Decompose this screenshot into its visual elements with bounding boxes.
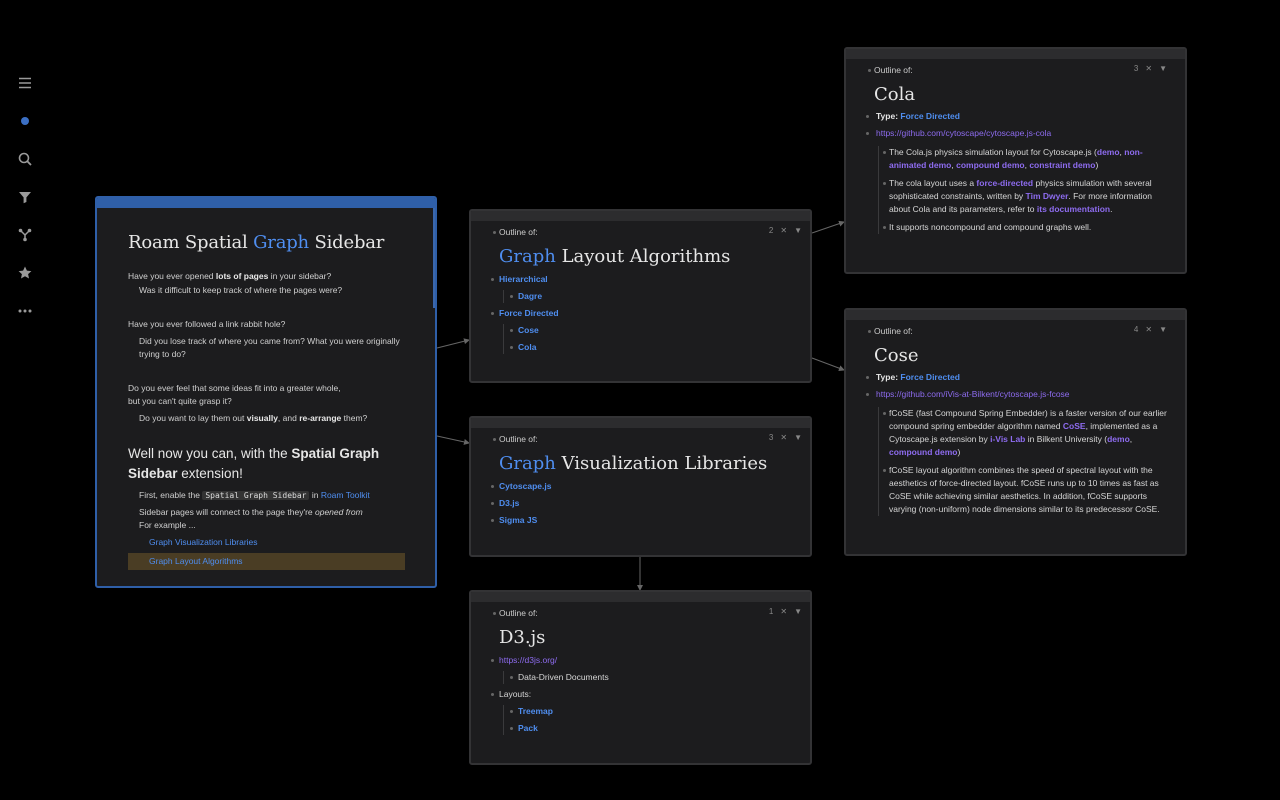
block-q3b[interactable]: but you can't quite grasp it? <box>128 395 405 408</box>
block-q1a[interactable]: Was it difficult to keep track of where … <box>128 284 405 297</box>
outline-label: Outline of: <box>499 227 538 237</box>
roam-toolkit-link[interactable]: Roam Toolkit <box>321 490 370 500</box>
paragraph-item[interactable]: It supports noncompound and compound gra… <box>883 221 1175 234</box>
outline-label: Outline of: <box>874 65 913 75</box>
main-card-scrollbar[interactable] <box>433 208 435 308</box>
card-title: D3.js <box>499 627 546 648</box>
list-item[interactable]: Cola <box>510 341 810 354</box>
close-icon[interactable]: ✕ <box>1145 325 1152 334</box>
url-item[interactable]: https://github.com/cytoscape/cytoscape.j… <box>866 127 1175 140</box>
filter-icon[interactable] <box>14 186 36 208</box>
filter-icon[interactable]: ▼ <box>794 433 802 442</box>
star-icon[interactable] <box>14 262 36 284</box>
outline-label: Outline of: <box>499 608 538 618</box>
card-index: 1 <box>768 607 774 616</box>
block-q3c[interactable]: Do you want to lay them out visually, an… <box>128 412 405 425</box>
card-index: 3 <box>1133 64 1139 73</box>
card-title: Graph Layout Algorithms <box>499 246 731 267</box>
type-item[interactable]: Type: Force Directed <box>866 110 1175 123</box>
paragraph-item[interactable]: The Cola.js physics simulation layout fo… <box>883 146 1175 172</box>
list-item[interactable]: Treemap <box>510 705 810 718</box>
edge-layout-to-cose <box>811 357 845 372</box>
outline-label: Outline of: <box>499 434 538 444</box>
card-drag-bar[interactable] <box>846 49 1185 59</box>
menu-icon[interactable] <box>14 72 36 94</box>
filter-icon[interactable]: ▼ <box>794 226 802 235</box>
url-item[interactable]: https://github.com/iVis-at-Bilkent/cytos… <box>866 388 1175 401</box>
list-item[interactable]: Sigma JS <box>491 514 810 527</box>
paragraph-item[interactable]: The cola layout uses a force-directed ph… <box>883 177 1175 216</box>
edge-main-to-layout <box>436 338 470 349</box>
link-graph-viz-libraries[interactable]: Graph Visualization Libraries <box>128 536 405 549</box>
list-item[interactable]: Pack <box>510 722 810 735</box>
page-title: Roam Spatial Graph Sidebar <box>128 232 385 253</box>
block-enable[interactable]: First, enable the Spatial Graph Sidebar … <box>128 489 405 502</box>
card-drag-bar[interactable] <box>471 211 810 221</box>
outline-card-cola[interactable]: Outline of: 3 ✕ ▼ Cola Type: Force Directe… <box>844 47 1187 274</box>
main-page-card[interactable]: Roam Spatial Graph Sidebar Have you ever… <box>95 196 437 588</box>
block-q3a[interactable]: Do you ever feel that some ideas fit int… <box>128 382 405 395</box>
card-index: 4 <box>1133 325 1139 334</box>
filter-icon[interactable]: ▼ <box>1159 325 1167 334</box>
outline-card-d3[interactable]: Outline of: 1 ✕ ▼ D3.js https://d3js.org/ … <box>469 590 812 765</box>
card-title: Graph Visualization Libraries <box>499 453 768 474</box>
card-index: 3 <box>768 433 774 442</box>
close-icon[interactable]: ✕ <box>780 226 787 235</box>
list-item[interactable]: Layouts: <box>491 688 810 701</box>
more-icon[interactable] <box>14 300 36 322</box>
outline-card-cose[interactable]: Outline of: 4 ✕ ▼ Cose Type: Force Directe… <box>844 308 1187 556</box>
filter-icon[interactable]: ▼ <box>1159 64 1167 73</box>
close-icon[interactable]: ✕ <box>780 607 787 616</box>
search-icon[interactable] <box>14 148 36 170</box>
list-item[interactable]: Cytoscape.js <box>491 480 810 493</box>
heading-extension[interactable]: Well now you can, with the Spatial Graph… <box>128 444 405 484</box>
block-q2a[interactable]: Did you lose track of where you came fro… <box>128 335 405 361</box>
list-item[interactable]: D3.js <box>491 497 810 510</box>
paragraph-item[interactable]: fCoSE layout algorithm combines the spee… <box>883 464 1175 516</box>
list-item[interactable]: Cose <box>510 324 810 337</box>
block-connect[interactable]: Sidebar pages will connect to the page t… <box>128 506 405 519</box>
card-drag-bar[interactable] <box>846 310 1185 320</box>
card-drag-bar[interactable] <box>471 418 810 428</box>
edge-layout-to-cola <box>811 220 845 234</box>
link-graph-layout-algorithms[interactable]: Graph Layout Algorithms <box>128 553 405 570</box>
list-item[interactable]: Data-Driven Documents <box>510 671 810 684</box>
code-snippet: Spatial Graph Sidebar <box>202 491 310 500</box>
block-q2[interactable]: Have you ever followed a link rabbit hol… <box>128 318 405 331</box>
list-item[interactable]: Force Directed <box>491 307 810 320</box>
card-drag-bar[interactable] <box>471 592 810 602</box>
main-card-drag-bar[interactable] <box>97 198 435 208</box>
list-item[interactable]: Dagre <box>510 290 810 303</box>
type-item[interactable]: Type: Force Directed <box>866 371 1175 384</box>
card-index: 2 <box>768 226 774 235</box>
block-example[interactable]: For example ... <box>128 519 405 532</box>
paragraph-item[interactable]: fCoSE (fast Compound Spring Embedder) is… <box>883 407 1175 459</box>
edge-main-to-viz <box>436 435 470 445</box>
card-title: Cola <box>874 84 916 105</box>
close-icon[interactable]: ✕ <box>780 433 787 442</box>
graph-branch-icon[interactable] <box>14 224 36 246</box>
filter-icon[interactable]: ▼ <box>794 607 802 616</box>
close-icon[interactable]: ✕ <box>1145 64 1152 73</box>
outline-card-layout-algorithms[interactable]: Outline of: 2 ✕ ▼ Graph Layout Algorithms … <box>469 209 812 383</box>
outline-card-viz-libraries[interactable]: Outline of: 3 ✕ ▼ Graph Visualization Libr… <box>469 416 812 557</box>
graph-dot-icon[interactable] <box>14 110 36 132</box>
url-item[interactable]: https://d3js.org/ <box>491 654 810 667</box>
block-q1[interactable]: Have you ever opened lots of pages in yo… <box>128 270 405 283</box>
card-title: Cose <box>874 345 919 366</box>
left-rail <box>14 72 36 338</box>
list-item[interactable]: Hierarchical <box>491 273 810 286</box>
outline-label: Outline of: <box>874 326 913 336</box>
